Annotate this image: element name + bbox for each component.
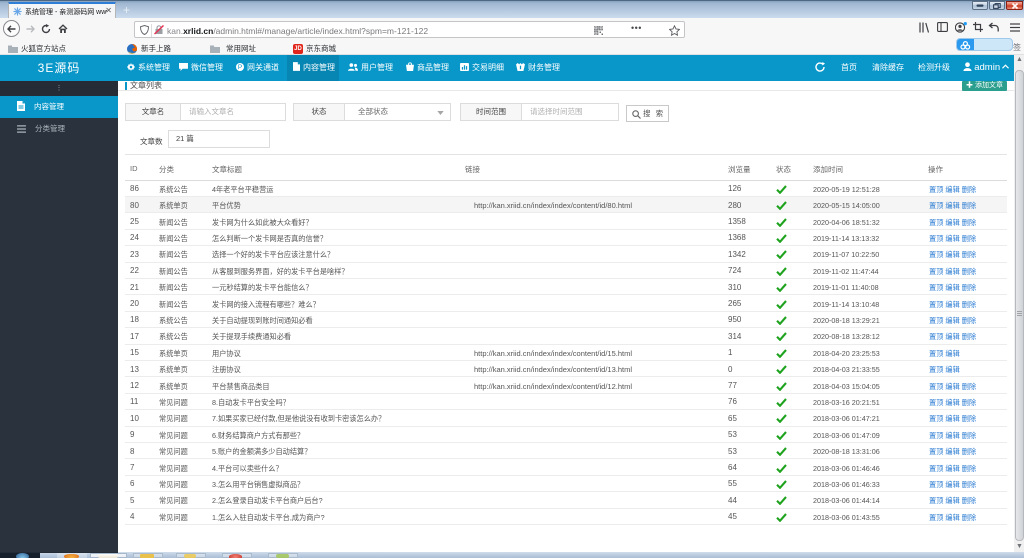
- svg-text:P: P: [238, 64, 242, 71]
